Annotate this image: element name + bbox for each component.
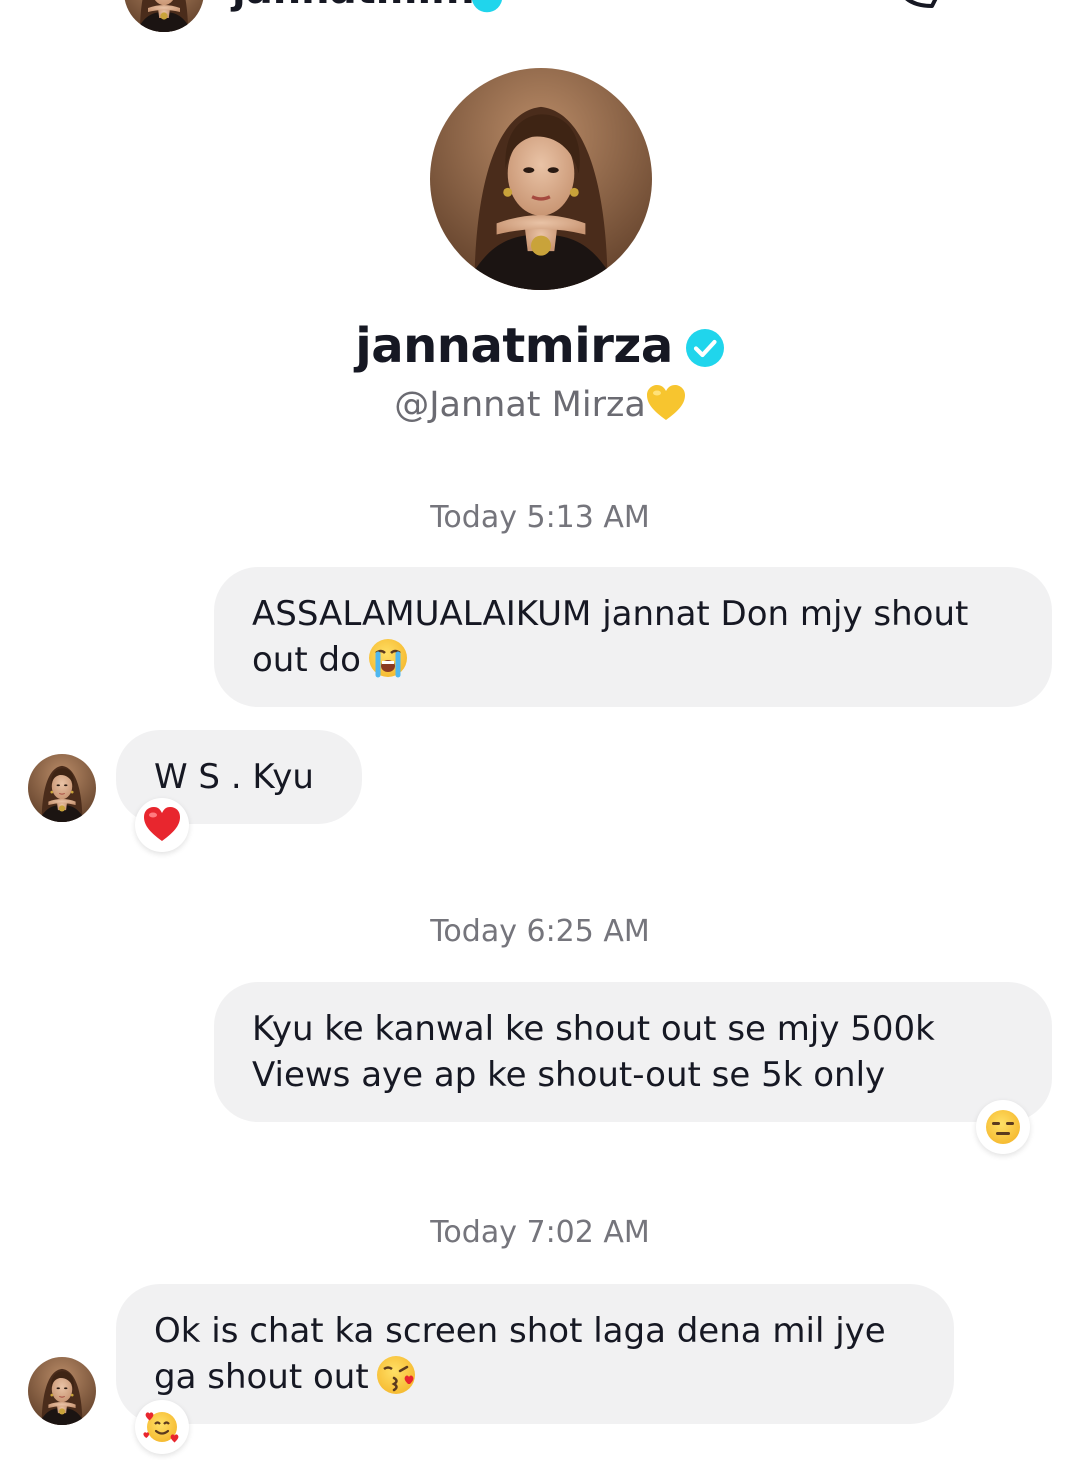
verified-icon bbox=[472, 0, 502, 13]
yellow-heart-icon bbox=[646, 385, 685, 420]
header-title[interactable]: jannatmir... bbox=[232, 0, 491, 10]
message-text: Ok is chat ka screen shot laga dena mil … bbox=[154, 1308, 916, 1400]
profile-handle-text: @Jannat Mirza bbox=[394, 385, 646, 425]
message-text-content: Ok is chat ka screen shot laga dena mil … bbox=[154, 1311, 886, 1397]
message-bubble-outgoing[interactable]: ASSALAMUALAIKUM jannat Don mjy shout out… bbox=[214, 567, 1052, 707]
phone-icon[interactable] bbox=[886, 0, 942, 16]
message-reaction[interactable] bbox=[135, 1400, 189, 1454]
chevron-left-icon[interactable] bbox=[44, 0, 84, 4]
red-heart-icon bbox=[144, 807, 180, 841]
timestamp: Today 7:02 AM bbox=[430, 1215, 650, 1250]
sender-avatar[interactable] bbox=[28, 754, 96, 822]
message-text: Kyu ke kanwal ke shout out se mjy 500k V… bbox=[252, 1009, 935, 1095]
profile-name-row: jannatmirza bbox=[0, 318, 1080, 374]
verified-badge-icon bbox=[685, 329, 724, 367]
header-avatar[interactable] bbox=[124, 0, 204, 32]
message-text-content: ASSALAMUALAIKUM jannat Don mjy shout out… bbox=[252, 594, 969, 680]
profile-avatar[interactable] bbox=[430, 68, 652, 290]
expressionless-face-icon bbox=[986, 1110, 1020, 1144]
timestamp: Today 5:13 AM bbox=[430, 500, 650, 535]
profile-name[interactable]: jannatmirza bbox=[355, 318, 673, 374]
message-reaction[interactable] bbox=[976, 1100, 1030, 1154]
message-text: ASSALAMUALAIKUM jannat Don mjy shout out… bbox=[252, 591, 1014, 683]
message-text: W S . Kyu bbox=[154, 757, 314, 797]
message-bubble-outgoing[interactable]: Kyu ke kanwal ke shout out se mjy 500k V… bbox=[214, 982, 1052, 1122]
top-bar: jannatmir... bbox=[0, 0, 1080, 40]
loudly-crying-face-icon bbox=[368, 639, 407, 678]
sender-avatar[interactable] bbox=[28, 1357, 96, 1425]
face-blowing-a-kiss-icon bbox=[376, 1356, 415, 1394]
smiling-face-with-hearts-icon bbox=[143, 1412, 179, 1443]
message-reaction[interactable] bbox=[135, 798, 189, 852]
profile-handle: @Jannat Mirza bbox=[0, 384, 1080, 425]
timestamp: Today 6:25 AM bbox=[430, 914, 650, 949]
message-bubble-incoming[interactable]: Ok is chat ka screen shot laga dena mil … bbox=[116, 1284, 954, 1424]
